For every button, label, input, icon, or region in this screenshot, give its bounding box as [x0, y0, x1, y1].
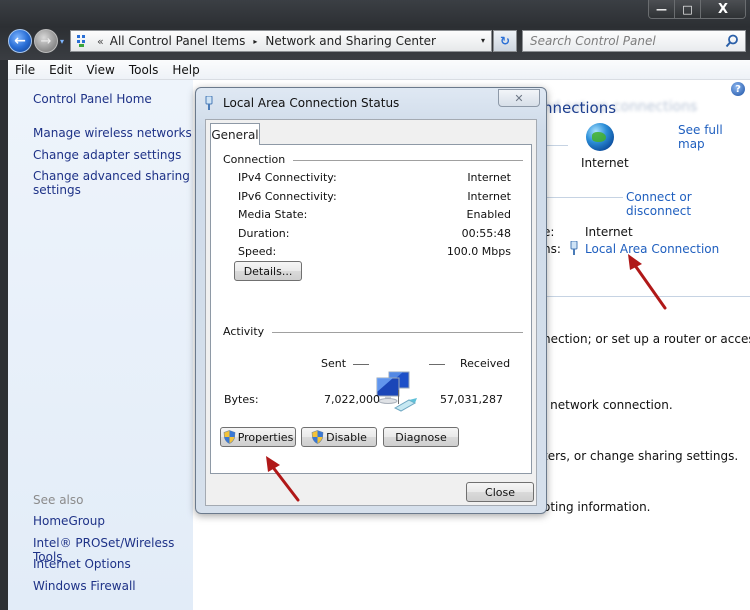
search-input[interactable]: Search Control Panel — [522, 30, 746, 52]
minimize-button[interactable]: — — [649, 0, 675, 18]
dialog-close-button[interactable]: ✕ — [498, 89, 540, 107]
sidebar: Control Panel Home Manage wireless netwo… — [8, 80, 193, 610]
bytes-divider — [398, 390, 399, 404]
ipv6-connectivity-value: Internet — [467, 190, 511, 203]
received-connector — [429, 364, 445, 365]
menu-tools[interactable]: Tools — [122, 63, 166, 77]
forward-arrow-icon: → — [40, 33, 52, 49]
overflow-chevron[interactable]: « — [97, 35, 104, 48]
task-troubleshoot-text: oting information. — [543, 500, 651, 514]
duration-value: 00:55:48 — [461, 227, 511, 240]
divider — [543, 296, 750, 297]
search-icon[interactable] — [725, 34, 739, 48]
tab-general[interactable]: General — [210, 123, 260, 145]
connect-or-disconnect-link[interactable]: Connect or disconnect — [626, 190, 750, 218]
disable-button-label: Disable — [326, 430, 367, 444]
properties-button[interactable]: Properties — [220, 427, 296, 447]
media-state-label: Media State: — [238, 208, 308, 221]
ipv4-connectivity-value: Internet — [467, 171, 511, 184]
close-window-button[interactable]: X — [701, 0, 745, 18]
sidebar-manage-wireless-networks[interactable]: Manage wireless networks — [33, 126, 192, 140]
local-area-connection-status-dialog: Local Area Connection Status ✕ General C… — [195, 87, 547, 514]
uac-shield-icon — [223, 430, 236, 444]
address-bar[interactable]: « All Control Panel Items ▸ Network and … — [70, 30, 492, 52]
window-controls: — □ X — [648, 0, 746, 19]
menu-bar: File Edit View Tools Help — [8, 60, 750, 80]
details-button[interactable]: Details... — [234, 261, 302, 281]
recent-pages-dropdown[interactable]: ▾ — [60, 37, 68, 46]
close-icon: ✕ — [514, 91, 524, 105]
see-also-heading: See also — [33, 493, 84, 507]
diagnose-button[interactable]: Diagnose — [383, 427, 459, 447]
back-button[interactable]: ← — [8, 29, 32, 53]
sent-connector — [353, 364, 369, 365]
sidebar-change-adapter-settings[interactable]: Change adapter settings — [33, 148, 181, 162]
speed-value: 100.0 Mbps — [446, 245, 511, 258]
help-icon[interactable]: ? — [731, 82, 745, 96]
task-setup-connection-text: nection; or set up a router or access — [543, 332, 750, 346]
sidebar-homegroup[interactable]: HomeGroup — [33, 514, 105, 528]
bytes-received-value: 57,031,287 — [440, 393, 503, 406]
ethernet-plug-icon — [205, 96, 213, 110]
menu-help[interactable]: Help — [165, 63, 206, 77]
menu-view[interactable]: View — [79, 63, 121, 77]
access-type-value: Internet — [585, 225, 633, 239]
breadcrumb-network-and-sharing-center[interactable]: Network and Sharing Center — [265, 34, 436, 48]
menu-file[interactable]: File — [8, 63, 42, 77]
local-area-connection-link[interactable]: Local Area Connection — [585, 242, 719, 256]
sent-label: Sent — [321, 357, 347, 370]
ethernet-plug-icon — [570, 241, 578, 255]
dialog-title: Local Area Connection Status — [223, 96, 400, 110]
control-panel-icon — [75, 33, 91, 49]
see-full-map-link[interactable]: See full map — [678, 123, 750, 151]
page-heading-visible: nnections — [543, 99, 617, 117]
uac-shield-icon — [311, 430, 324, 444]
sidebar-change-advanced-sharing-line2[interactable]: settings — [33, 183, 81, 197]
bytes-label: Bytes: — [224, 393, 259, 406]
menu-edit[interactable]: Edit — [42, 63, 79, 77]
window-titlebar: — □ X ← → ▾ « All Control Panel Items ▸ … — [0, 0, 750, 60]
refresh-button[interactable]: ↻ — [493, 30, 517, 52]
disable-button[interactable]: Disable — [301, 427, 377, 447]
ipv6-connectivity-label: IPv6 Connectivity: — [238, 190, 337, 203]
divider — [543, 197, 623, 198]
sidebar-windows-firewall[interactable]: Windows Firewall — [33, 579, 136, 593]
speed-label: Speed: — [238, 245, 277, 258]
ipv4-connectivity-label: IPv4 Connectivity: — [238, 171, 337, 184]
sidebar-control-panel-home[interactable]: Control Panel Home — [33, 92, 152, 106]
forward-button[interactable]: → — [34, 29, 58, 53]
dialog-body: General Connection IPv4 Connectivity: In… — [205, 119, 537, 506]
maximize-button[interactable]: □ — [675, 0, 701, 18]
search-placeholder: Search Control Panel — [530, 34, 656, 48]
media-state-value: Enabled — [466, 208, 511, 221]
refresh-icon: ↻ — [499, 34, 511, 48]
breadcrumb-separator-icon[interactable]: ▸ — [253, 37, 257, 46]
internet-globe-icon — [586, 123, 614, 151]
back-arrow-icon: ← — [14, 33, 26, 49]
task-homegroup-sharing-text: ters, or change sharing settings. — [543, 449, 739, 463]
properties-button-label: Properties — [237, 430, 294, 444]
connection-group-title: Connection — [223, 153, 294, 166]
close-button[interactable]: Close — [466, 482, 534, 502]
window-left-border — [0, 60, 8, 610]
task-connect-network-text: l network connection. — [543, 398, 673, 412]
received-label: Received — [460, 357, 511, 370]
duration-label: Duration: — [238, 227, 290, 240]
sidebar-internet-options[interactable]: Internet Options — [33, 557, 131, 571]
sidebar-change-advanced-sharing[interactable]: Change advanced sharing — [33, 169, 190, 183]
activity-group-title: Activity — [223, 325, 273, 338]
breadcrumb-all-control-panel-items[interactable]: All Control Panel Items — [110, 34, 246, 48]
bytes-sent-value: 7,022,000 — [324, 393, 380, 406]
address-dropdown-icon[interactable]: ▾ — [481, 36, 485, 45]
network-computers-icon — [376, 371, 417, 412]
internet-node-label: Internet — [581, 156, 629, 170]
general-tab-panel: Connection IPv4 Connectivity: Internet I… — [210, 144, 532, 474]
